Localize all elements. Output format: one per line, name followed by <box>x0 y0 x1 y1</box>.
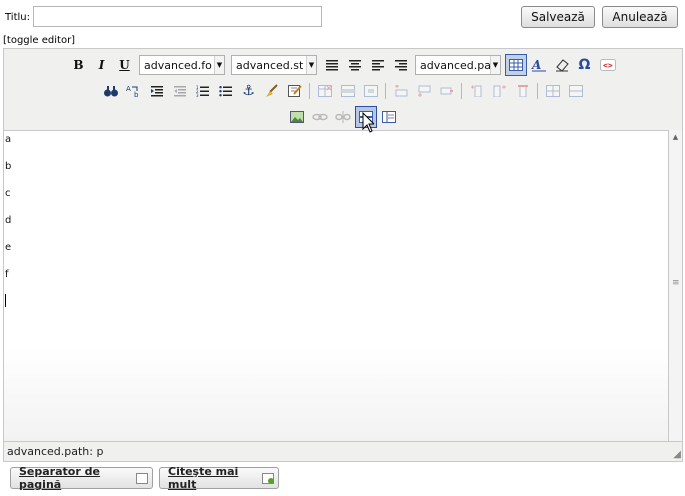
page-separator-label: Separator de pagină <box>19 465 100 491</box>
unlink-icon[interactable] <box>332 106 354 128</box>
eraser-icon[interactable] <box>551 54 573 76</box>
title-input[interactable] <box>33 6 322 27</box>
rich-text-editor: B I U advanced.fo ▼ advanced.st ▼ advanc… <box>3 48 683 462</box>
chevron-down-icon: ▼ <box>214 56 224 74</box>
find-icon[interactable] <box>100 80 122 102</box>
svg-text:A: A <box>531 58 541 72</box>
scroll-up-icon[interactable]: ▲ <box>669 130 682 143</box>
bold-button[interactable]: B <box>68 54 90 76</box>
replace-icon[interactable]: Ab <box>123 80 145 102</box>
merge-cells-icon[interactable] <box>565 80 587 102</box>
insert-col-before-icon[interactable] <box>466 80 488 102</box>
editor-status-bar: advanced.path: p ◢ <box>4 441 682 461</box>
toolbar-separator <box>385 83 386 99</box>
cancel-button[interactable]: Anulează <box>602 6 678 28</box>
read-more-icon[interactable] <box>378 106 400 128</box>
table-icon[interactable] <box>504 54 527 76</box>
read-more-add-icon <box>261 472 275 484</box>
delete-col-icon[interactable] <box>512 80 534 102</box>
content-line: c <box>5 188 11 199</box>
anchor-icon[interactable]: ⚓ <box>238 80 260 102</box>
toolbar-separator <box>309 83 310 99</box>
chevron-down-icon: ▼ <box>306 56 316 74</box>
read-more-label: Citeşte mai mult <box>168 465 239 491</box>
page-break-icon <box>135 472 148 484</box>
paragraph-format-select-value: advanced.pa <box>420 58 490 72</box>
html-source-icon[interactable]: <> <box>597 54 619 76</box>
paragraph-format-select[interactable]: advanced.pa ▼ <box>415 55 501 75</box>
element-path: advanced.path: p <box>7 445 104 458</box>
resize-handle-icon[interactable]: ◢ <box>673 449 681 460</box>
page-separator-button[interactable]: Separator de pagină <box>10 465 153 491</box>
editor-content-area[interactable]: a b c d e f <box>4 130 668 441</box>
save-button[interactable]: Salvează <box>521 6 595 28</box>
insert-row-before-icon[interactable] <box>390 80 412 102</box>
toolbar-row-1: B I U advanced.fo ▼ advanced.st ▼ advanc… <box>4 52 682 78</box>
cell-properties-icon[interactable] <box>360 80 382 102</box>
svg-text:A: A <box>126 85 131 93</box>
svg-text:3: 3 <box>196 93 199 97</box>
unordered-list-icon[interactable] <box>215 80 237 102</box>
align-right-icon[interactable] <box>390 54 412 76</box>
style-select-value: advanced.st <box>236 58 304 72</box>
justify-left-icon[interactable] <box>321 54 343 76</box>
content-line: e <box>5 242 12 253</box>
read-more-button[interactable]: Citeşte mai mult <box>159 465 279 491</box>
link-icon[interactable] <box>309 106 331 128</box>
content-line: b <box>5 161 12 172</box>
toggle-editor-link[interactable]: [toggle editor] <box>3 35 75 46</box>
align-left-icon[interactable] <box>367 54 389 76</box>
svg-text:b: b <box>134 91 139 98</box>
special-char-button[interactable]: Ω <box>574 54 596 76</box>
toolbar-row-3 <box>4 104 682 130</box>
split-cells-icon[interactable] <box>542 80 564 102</box>
cleanup-icon[interactable] <box>261 80 283 102</box>
indent-icon[interactable] <box>169 80 191 102</box>
delete-row-icon[interactable] <box>436 80 458 102</box>
ordered-list-icon[interactable]: 123 <box>192 80 214 102</box>
title-label: Titlu: <box>5 12 30 23</box>
outdent-icon[interactable] <box>146 80 168 102</box>
insert-col-after-icon[interactable] <box>489 80 511 102</box>
toolbar-separator <box>461 83 462 99</box>
delete-table-icon[interactable] <box>314 80 336 102</box>
styleprops-icon[interactable]: A <box>528 54 550 76</box>
font-family-select[interactable]: advanced.fo ▼ <box>139 55 225 75</box>
chevron-down-icon: ▼ <box>490 56 500 74</box>
content-line: f <box>5 269 9 280</box>
edit-code-icon[interactable] <box>284 80 306 102</box>
image-icon[interactable] <box>286 106 308 128</box>
text-caret <box>5 294 6 307</box>
italic-button[interactable]: I <box>91 54 113 76</box>
underline-button[interactable]: U <box>114 54 136 76</box>
content-line: d <box>5 215 12 226</box>
toolbar-separator <box>537 83 538 99</box>
scroll-grip-icon[interactable]: ≡ <box>672 278 680 288</box>
align-center-icon[interactable] <box>344 54 366 76</box>
font-family-select-value: advanced.fo <box>144 58 212 72</box>
page-separator-icon[interactable] <box>355 106 377 128</box>
content-line: a <box>5 134 12 145</box>
vertical-scrollbar[interactable]: ▲ ≡ <box>668 130 682 441</box>
svg-text:<>: <> <box>603 61 613 70</box>
row-properties-icon[interactable] <box>337 80 359 102</box>
toolbar-row-2: Ab 123 ⚓ <box>4 78 682 104</box>
insert-row-after-icon[interactable] <box>413 80 435 102</box>
style-select[interactable]: advanced.st ▼ <box>231 55 317 75</box>
